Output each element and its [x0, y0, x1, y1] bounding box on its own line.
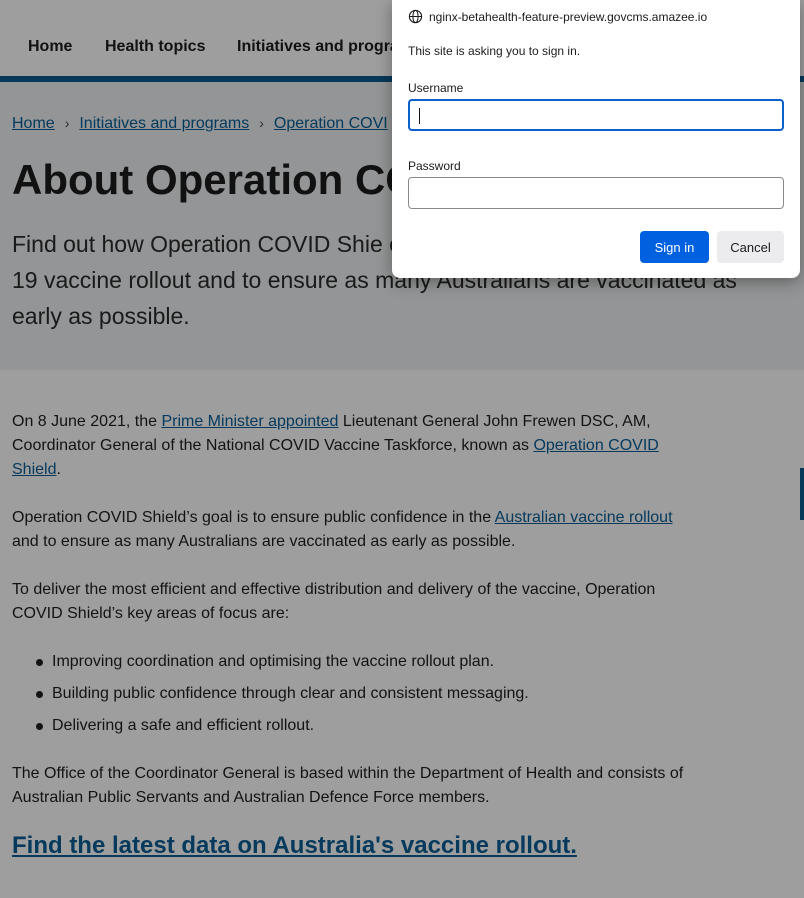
sign-in-dialog: nginx-betahealth-feature-preview.govcms.…: [392, 0, 800, 278]
password-label: Password: [408, 159, 461, 173]
username-field[interactable]: [408, 99, 784, 131]
sign-in-button[interactable]: Sign in: [640, 231, 709, 263]
site-host: nginx-betahealth-feature-preview.govcms.…: [429, 9, 708, 24]
cancel-button[interactable]: Cancel: [717, 231, 784, 263]
username-label: Username: [408, 81, 464, 95]
globe-icon: [408, 9, 423, 24]
dialog-message: This site is asking you to sign in.: [408, 44, 581, 58]
dialog-header: nginx-betahealth-feature-preview.govcms.…: [408, 9, 707, 24]
text-caret: [419, 108, 420, 124]
password-field[interactable]: [408, 177, 784, 209]
